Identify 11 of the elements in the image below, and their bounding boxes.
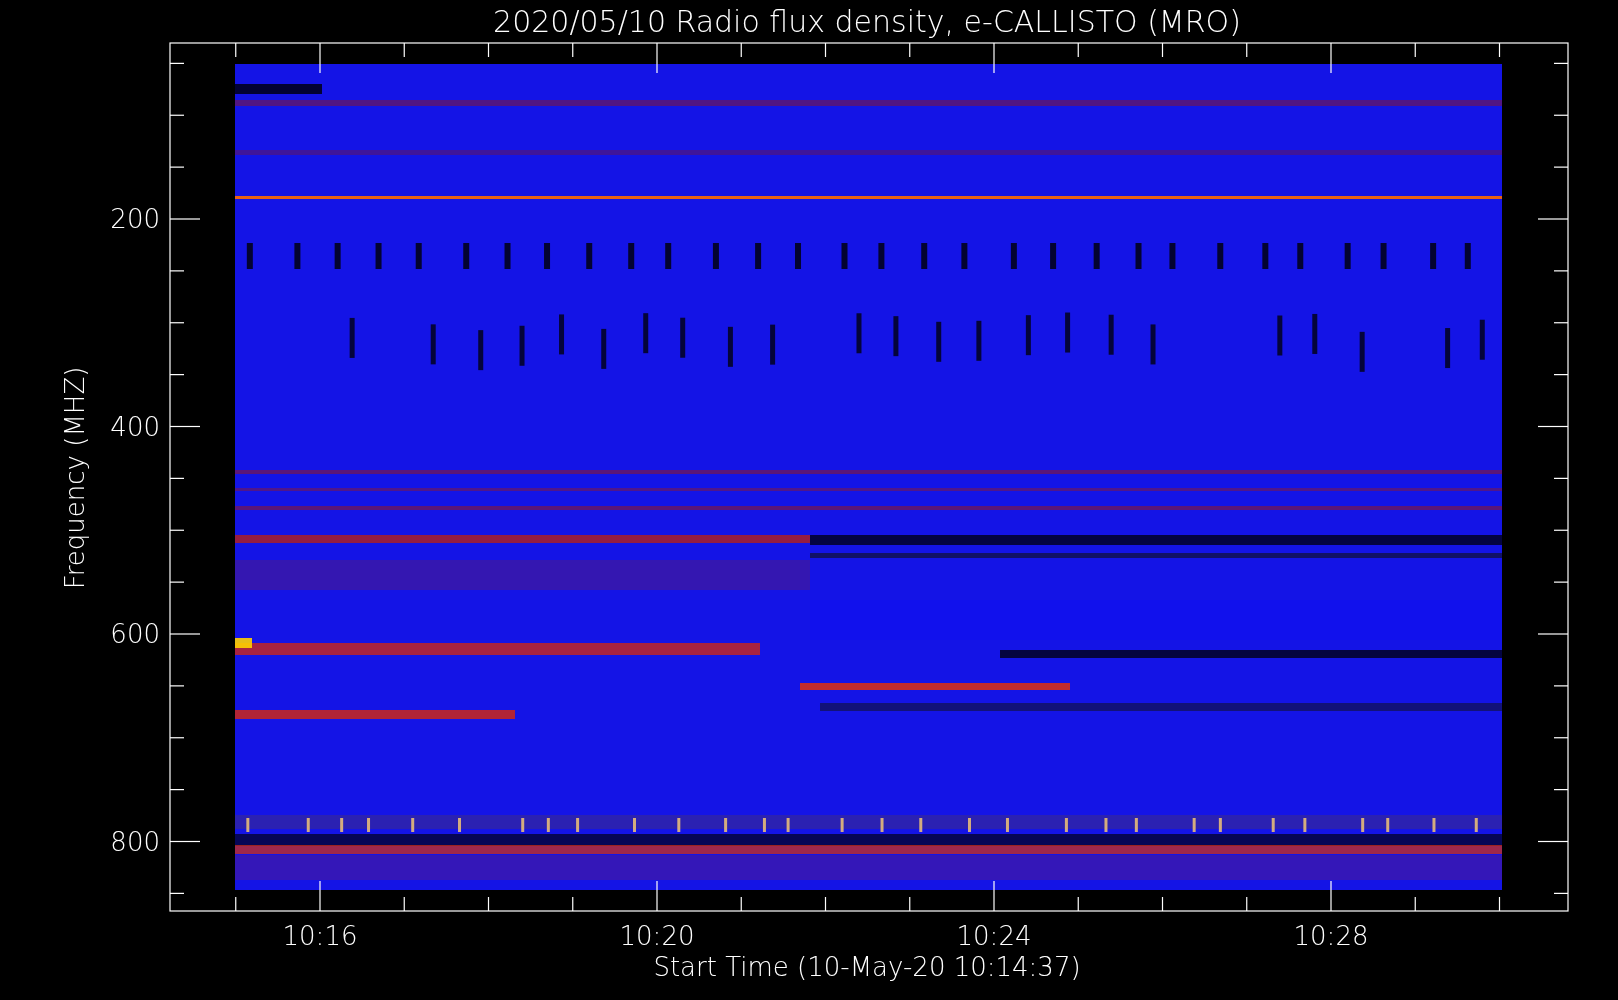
chart-title: 2020/05/10 Radio flux density, e-CALLISTO (MRO): [493, 4, 1241, 39]
y-tick-label: 600: [110, 619, 160, 649]
x-tick-label: 10:20: [619, 921, 695, 951]
y-axis-title: Frequency (MHZ): [60, 366, 90, 590]
y-tick-label: 800: [110, 826, 160, 857]
x-axis-title: Start Time (10-May-20 10:14:37): [653, 952, 1081, 982]
y-tick-label: 400: [110, 411, 160, 442]
x-tick-label: 10:28: [1293, 921, 1369, 951]
x-tick-label: 10:16: [282, 921, 358, 951]
x-tick-label: 10:24: [956, 921, 1032, 951]
y-tick-label: 200: [110, 204, 160, 234]
